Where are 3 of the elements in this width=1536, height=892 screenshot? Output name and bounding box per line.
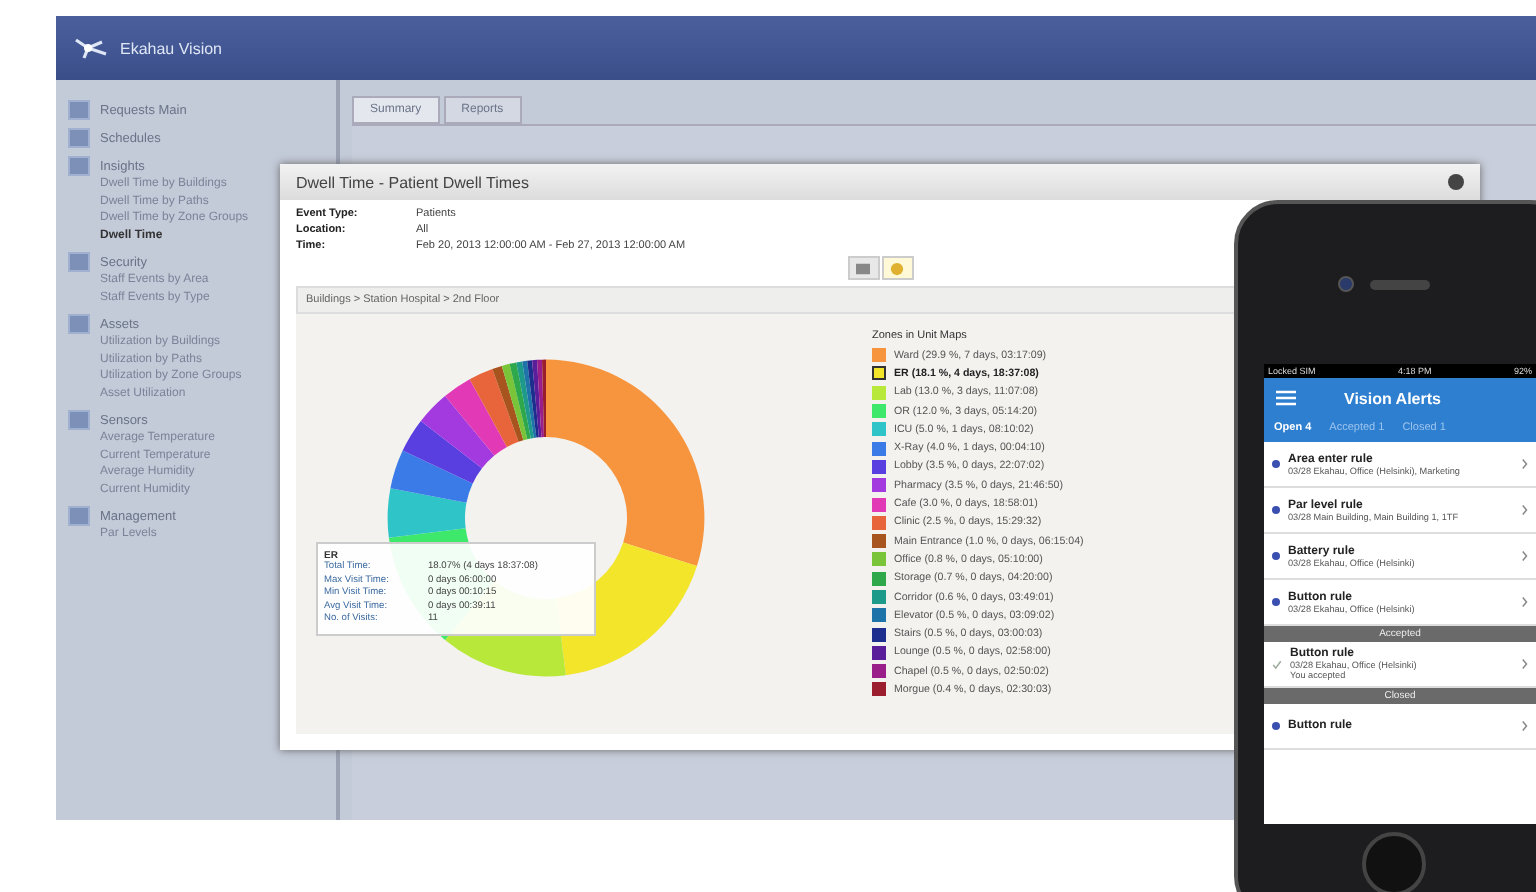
dialog-title: Dwell Time - Patient Dwell Times	[296, 173, 529, 191]
app-title: Vision Alerts	[1344, 389, 1441, 407]
app-title: Ekahau Vision	[120, 39, 222, 57]
